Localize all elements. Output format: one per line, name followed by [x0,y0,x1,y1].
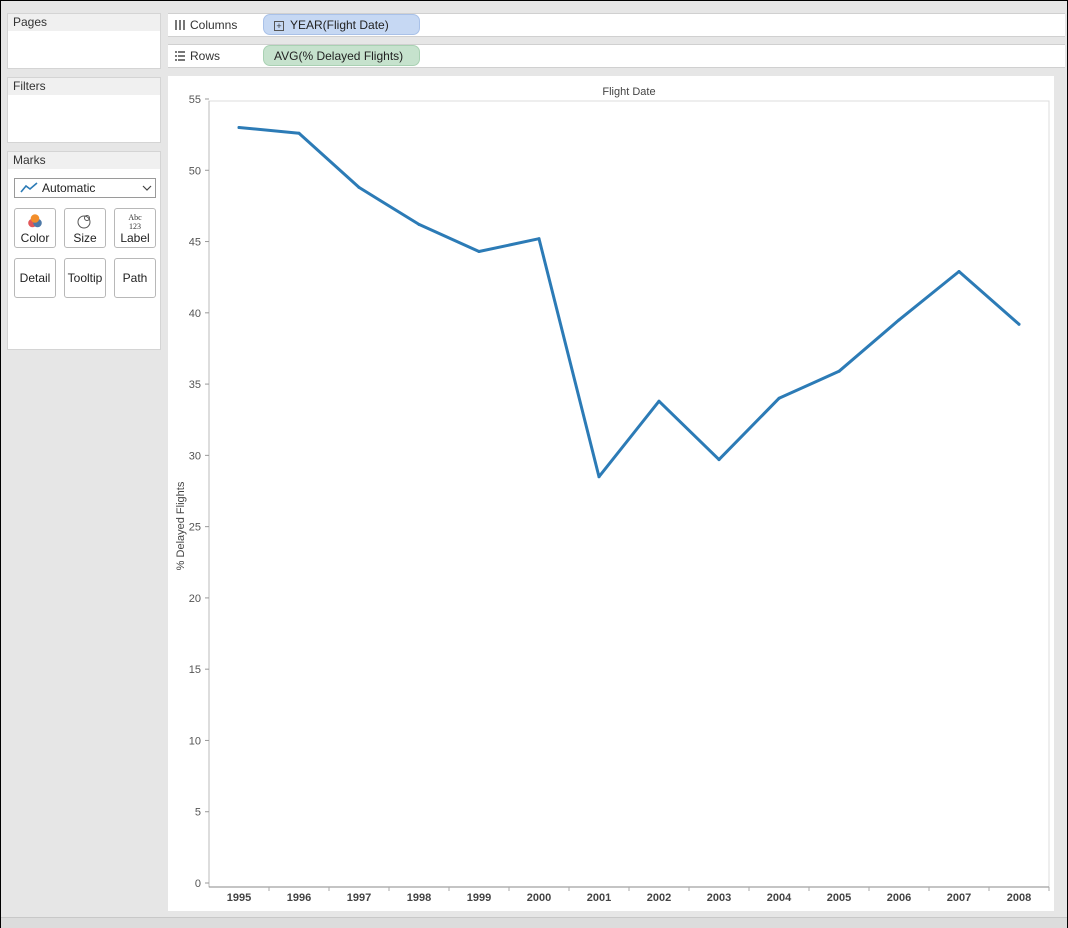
data-point [477,250,481,254]
data-point [1017,322,1021,326]
viz-area: Flight Date 0 5 10 15 20 25 30 35 40 45 50 55 % Delay… [168,76,1054,911]
data-point [297,131,301,135]
y-tick-label: 5 [195,807,201,819]
x-tick-label: 2004 [767,892,792,904]
x-tick-label: 2000 [527,892,551,904]
status-bar [1,917,1067,928]
expand-plus-icon[interactable]: + [274,21,284,31]
tooltip-button-label: Tooltip [67,271,103,285]
y-tick-label: 10 [189,735,201,747]
data-point [837,369,841,373]
label-icon-123: 123 [129,222,141,231]
data-point [417,222,421,226]
label-button-label: Label [120,231,150,245]
columns-label: Columns [190,18,238,32]
y-tick-label: 55 [189,94,201,106]
columns-pill-label: YEAR(Flight Date) [290,18,389,32]
x-tick-label: 2007 [947,892,971,904]
data-point [717,458,721,462]
x-tick-label: 1999 [467,892,491,904]
y-tick-label: 30 [189,450,201,462]
data-point [537,237,541,241]
y-tick-label: 45 [189,237,201,249]
path-button[interactable]: Path [114,258,156,298]
x-tick-label: 2003 [707,892,731,904]
tooltip-button[interactable]: Tooltip [64,258,106,298]
x-tick-label: 1995 [227,892,251,904]
pages-header: Pages [8,14,160,31]
data-point [657,399,661,403]
label-icon: Abc 123 [128,213,142,231]
x-tick-label: 1997 [347,892,371,904]
y-axis-title: % Delayed Flights [175,481,187,570]
filters-card[interactable]: Filters [7,77,161,143]
data-point [597,475,601,479]
color-button[interactable]: Color [14,208,56,248]
size-icon [77,215,91,229]
columns-icon [175,20,185,30]
data-point [957,269,961,273]
mark-type-dropdown[interactable]: Automatic [14,178,156,198]
detail-button[interactable]: Detail [14,258,56,298]
y-tick-label: 0 [195,878,201,890]
line-chart-icon [20,182,38,193]
path-button-label: Path [122,271,148,285]
label-button[interactable]: Abc 123 Label [114,208,156,248]
data-point [357,185,361,189]
workspace: Pages Filters Marks Automatic Color Size… [0,0,1068,928]
size-button-label: Size [73,231,97,245]
x-tick-label: 1998 [407,892,431,904]
avg-delayed-flights-pill[interactable]: AVG(% Delayed Flights) [263,45,420,66]
x-tick-label: 2001 [587,892,611,904]
y-tick-label: 25 [189,522,201,534]
data-point [897,318,901,322]
y-tick-label: 15 [189,664,201,676]
size-button[interactable]: Size [64,208,106,248]
x-tick-label: 1996 [287,892,311,904]
rows-label: Rows [190,49,221,63]
y-tick-label: 50 [189,165,201,177]
x-tick-label: 2005 [827,892,851,904]
y-tick-label: 40 [189,308,201,320]
mark-type-label: Automatic [42,181,96,195]
chevron-down-icon [142,185,152,191]
detail-button-label: Detail [19,271,51,285]
marks-header: Marks [8,152,160,169]
rows-shelf[interactable]: Rows AVG(% Delayed Flights) [168,44,1065,68]
x-tick-label: 2006 [887,892,911,904]
y-tick-label: 35 [189,379,201,391]
line-chart: Flight Date 0 5 10 15 20 25 30 35 40 45 50 55 % Delay… [175,86,1050,904]
columns-shelf[interactable]: Columns + YEAR(Flight Date) [168,13,1065,37]
plot-frame [208,100,1050,888]
color-icon [28,214,42,228]
y-tick-label: 20 [189,593,201,605]
color-button-label: Color [20,231,50,245]
filters-header: Filters [8,78,160,95]
series-line [237,126,1021,479]
x-tick-label: 2008 [1007,892,1031,904]
year-flight-date-pill[interactable]: + YEAR(Flight Date) [263,14,420,35]
data-point [777,396,781,400]
pages-card[interactable]: Pages [7,13,161,69]
data-point [237,126,241,130]
label-icon-abc: Abc [128,213,142,222]
chart-title: Flight Date [602,86,655,98]
rows-icon [175,51,185,61]
rows-pill-label: AVG(% Delayed Flights) [274,49,404,63]
x-tick-label: 2002 [647,892,671,904]
marks-card: Marks Automatic Color Size Abc 123 Label… [7,151,161,350]
